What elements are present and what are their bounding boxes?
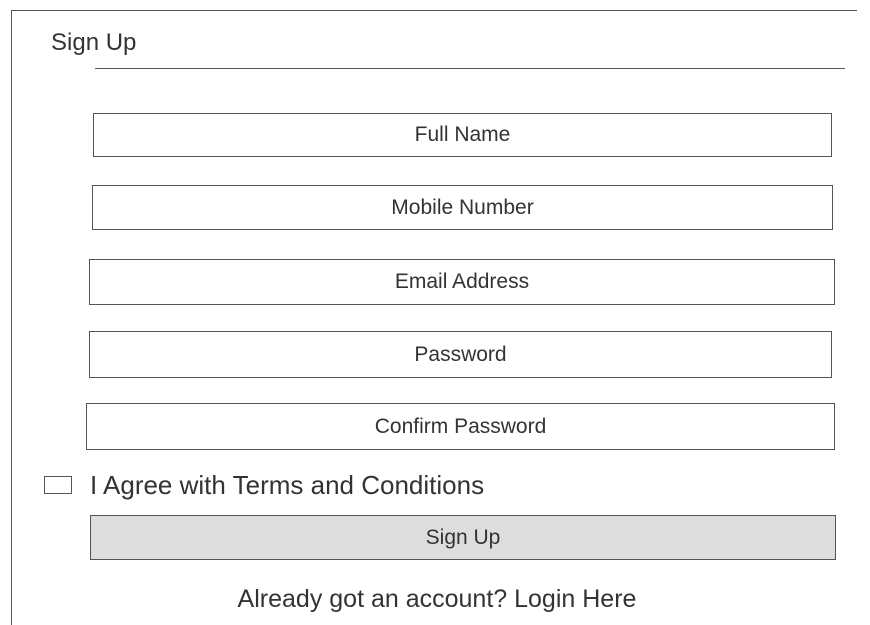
frame-top-border bbox=[11, 10, 857, 11]
mobile-number-input[interactable] bbox=[92, 185, 833, 230]
login-prompt-container: Already got an account? Login Here bbox=[0, 583, 870, 615]
terms-checkbox[interactable] bbox=[44, 476, 72, 494]
terms-agreement: I Agree with Terms and Conditions bbox=[44, 468, 484, 502]
title-divider bbox=[95, 68, 845, 69]
form-title: Sign Up bbox=[51, 29, 137, 56]
password-input[interactable] bbox=[89, 331, 832, 378]
sign-up-button[interactable]: Sign Up bbox=[90, 515, 836, 560]
login-link[interactable]: Already got an account? Login Here bbox=[238, 585, 637, 613]
frame-left-border bbox=[11, 10, 12, 625]
signup-page: Sign Up I Agree with Terms and Condition… bbox=[0, 0, 870, 625]
confirm-password-input[interactable] bbox=[86, 403, 835, 450]
full-name-input[interactable] bbox=[93, 113, 832, 157]
terms-label[interactable]: I Agree with Terms and Conditions bbox=[90, 468, 484, 502]
email-address-input[interactable] bbox=[89, 259, 835, 305]
